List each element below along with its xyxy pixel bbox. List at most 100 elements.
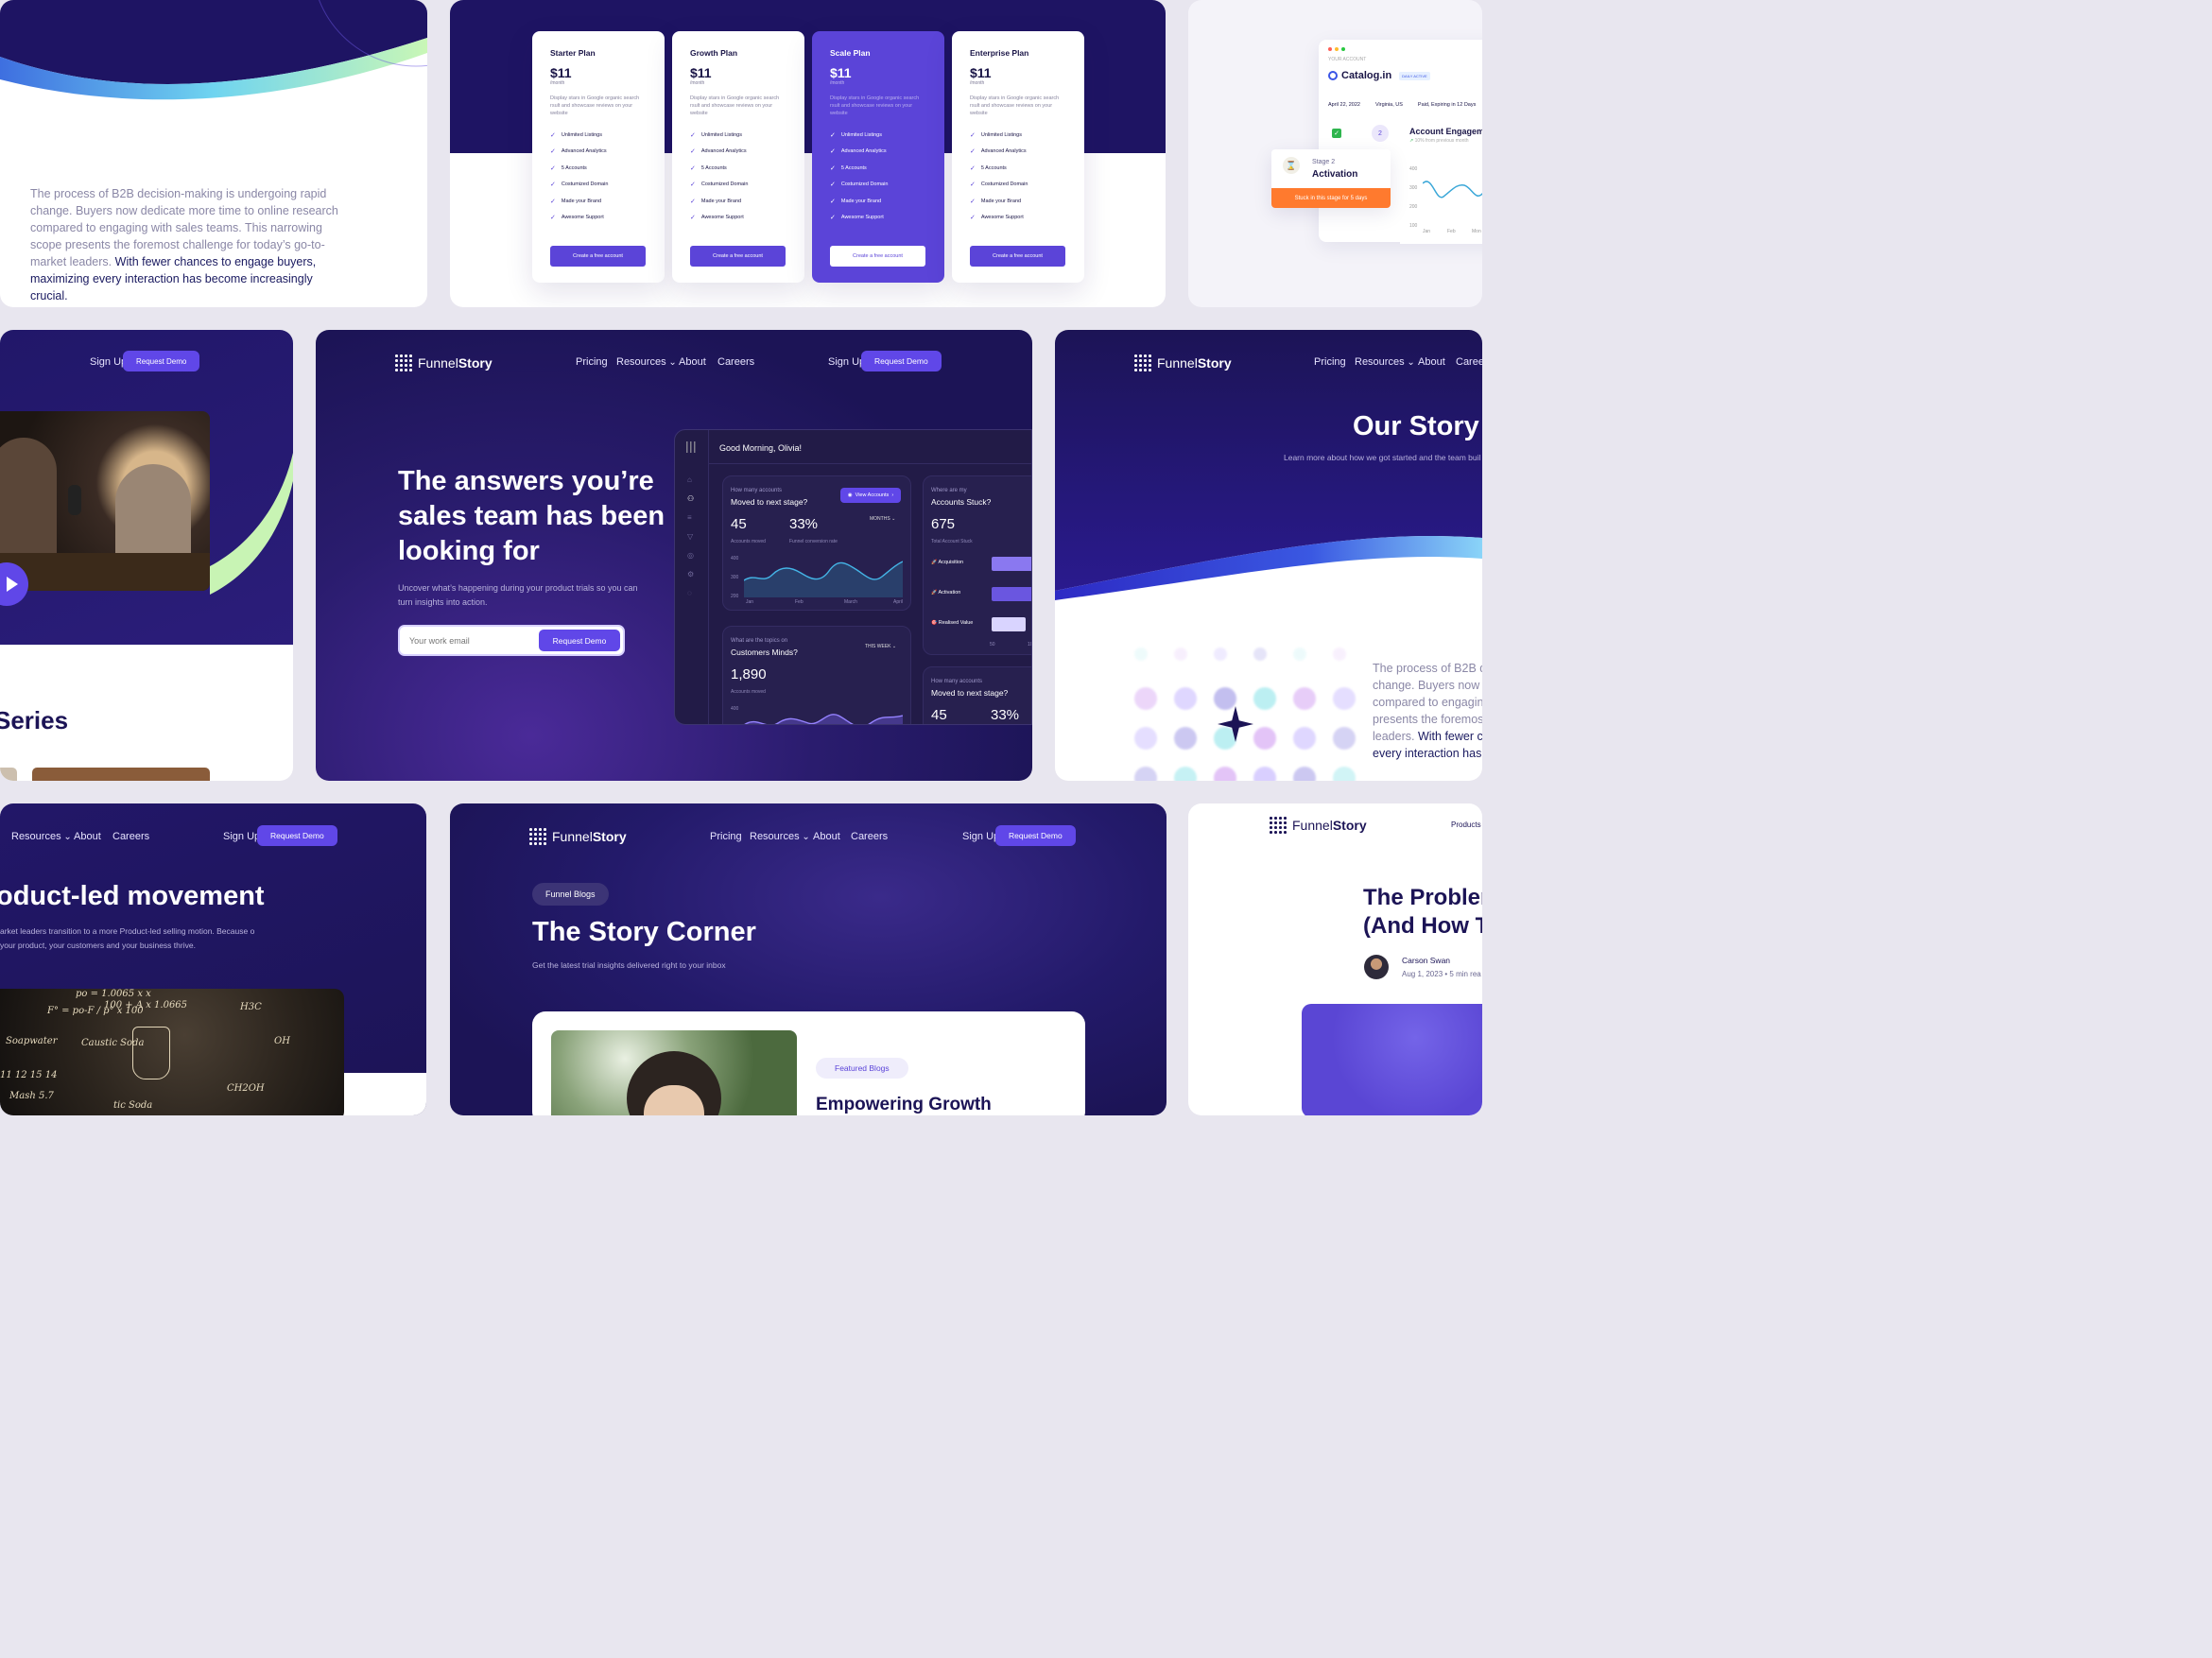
- nav-about[interactable]: About: [813, 831, 840, 842]
- nav-request-demo-button[interactable]: Request Demo: [257, 825, 337, 846]
- axis-tick-label: Feb: [1447, 229, 1456, 234]
- moved2-title: Moved to next stage?: [931, 688, 1009, 698]
- intro-paragraph: The process of B2B decision-making is un…: [30, 185, 350, 304]
- nav-resources[interactable]: Resources: [11, 831, 72, 842]
- work-email-input[interactable]: [409, 632, 532, 649]
- period-select-value: MONTHS: [870, 516, 890, 522]
- thumbnail-left: [0, 768, 17, 781]
- grid-dot: [1174, 727, 1197, 750]
- brand-prefix: Funnel: [418, 355, 458, 371]
- create-account-button[interactable]: Create a free account: [550, 246, 646, 267]
- plan-feature-label: Advanced Analytics: [700, 148, 747, 155]
- minds-period-select[interactable]: THIS WEEK ⌄: [865, 644, 896, 649]
- nav-resources[interactable]: Resources: [616, 356, 677, 368]
- plan-feature: ✓ Unlimited Listings: [830, 127, 926, 144]
- chalk-formula: CH2OH: [227, 1083, 265, 1094]
- nav-careers[interactable]: Careers: [717, 356, 754, 368]
- stage-label: Activation: [938, 590, 961, 596]
- chalk-formula: tic Soda: [113, 1100, 153, 1111]
- create-account-button[interactable]: Create a free account: [830, 246, 925, 267]
- help-icon[interactable]: ◌: [687, 589, 692, 597]
- hero-request-demo-button[interactable]: Request Demo: [539, 630, 620, 651]
- plan-feature: ✓ Advanced Analytics: [970, 144, 1066, 161]
- period-select[interactable]: MONTHS ⌄: [870, 516, 895, 522]
- plan-feature-label: Unlimited Listings: [840, 131, 882, 138]
- plan-feature: ✓ Costumized Domain: [690, 177, 786, 194]
- nav-signup-link[interactable]: Sign Up: [90, 356, 127, 368]
- chalk-formula: H3C: [240, 1002, 262, 1012]
- chalk-formula: Mash 5.7: [9, 1091, 54, 1101]
- hero-subtext: Uncover what’s happening during your pro…: [398, 583, 638, 607]
- axis-tick-label: April: [893, 599, 904, 605]
- check-icon: ✓: [830, 131, 836, 139]
- plan-features: ✓ Unlimited Listings ✓ Advanced Analytics ✓ 5…: [970, 127, 1066, 226]
- chevron-down-icon: ⌄: [891, 644, 897, 649]
- plan-feature-label: 5 Accounts: [561, 164, 587, 171]
- plan-feature-label: Advanced Analytics: [840, 148, 887, 155]
- nav-products[interactable]: Products: [1451, 820, 1481, 829]
- nav-about[interactable]: About: [679, 356, 706, 368]
- pricing-plan: Growth Plan $11/month Display stars in Goo…: [672, 31, 804, 283]
- brand-name: FunnelStory: [418, 355, 493, 371]
- grid-dot: [1293, 687, 1316, 710]
- plan-features: ✓ Unlimited Listings ✓ Advanced Analytics ✓ 5…: [690, 127, 786, 226]
- article-brand-logo[interactable]: FunnelStory: [1270, 817, 1367, 834]
- stage-bar: [992, 557, 1031, 571]
- plan-feature-label: Unlimited Listings: [561, 131, 602, 138]
- nav-pricing[interactable]: Pricing: [1314, 356, 1346, 368]
- list-icon[interactable]: ≡: [687, 513, 692, 522]
- plan-price: $11: [690, 65, 712, 80]
- nav-pricing[interactable]: Pricing: [710, 831, 742, 842]
- nav-resources[interactable]: Resources: [1355, 356, 1415, 368]
- window-dots: [1328, 47, 1345, 51]
- home-icon[interactable]: ⌂: [687, 475, 692, 484]
- brand-suffix: Story: [1197, 355, 1232, 371]
- article-hero-image: [1302, 1004, 1482, 1115]
- desk: [0, 553, 210, 591]
- nav-about[interactable]: About: [74, 831, 101, 842]
- plan-feature-label: Advanced Analytics: [980, 148, 1027, 155]
- stage-bar: [992, 617, 1026, 631]
- nav-request-demo-button[interactable]: Request Demo: [861, 351, 942, 371]
- stage-bar: [992, 587, 1031, 601]
- request-demo-button[interactable]: Request Demo: [123, 351, 200, 371]
- plan-name: Growth Plan: [690, 48, 738, 58]
- account-card: YOUR ACCOUNT Catalog.in DAILY ACTIVE Apr…: [1188, 0, 1482, 307]
- stuck-title: Accounts Stuck?: [931, 497, 992, 507]
- nav-careers[interactable]: Careers: [851, 831, 888, 842]
- users-icon[interactable]: ⚇: [687, 494, 694, 503]
- wave-banner: [0, 0, 427, 100]
- featured-post-card: Featured Blogs Empowering Growth: [532, 1011, 1085, 1115]
- minds-period-value: THIS WEEK: [865, 644, 891, 649]
- brand-logo[interactable]: FunnelStory: [395, 354, 493, 371]
- create-account-button[interactable]: Create a free account: [970, 246, 1065, 267]
- plan-feature: ✓ Made your Brand: [690, 193, 786, 210]
- check-icon: ✓: [970, 148, 976, 156]
- filter-icon[interactable]: ▽: [687, 532, 693, 541]
- story-brand-logo[interactable]: FunnelStory: [1134, 354, 1232, 371]
- nav-signup[interactable]: Sign Up: [223, 831, 260, 842]
- grid-dot: [1134, 648, 1148, 661]
- nav-request-demo-button[interactable]: Request Demo: [995, 825, 1076, 846]
- minds-label: Accounts moved: [731, 689, 766, 695]
- axis-tick-label: 200: [1409, 204, 1418, 210]
- nav-careers[interactable]: Careers: [1456, 356, 1482, 368]
- view-accounts-button[interactable]: ◉ View Accounts ›: [840, 488, 901, 503]
- settings-icon[interactable]: ⚙: [687, 570, 694, 579]
- nav-resources[interactable]: Resources: [750, 831, 810, 842]
- target-icon[interactable]: ◎: [687, 551, 694, 560]
- nav-signup[interactable]: Sign Up: [962, 831, 999, 842]
- nav-signup[interactable]: Sign Up: [828, 356, 865, 368]
- axis-tick-label: 200: [731, 594, 739, 599]
- minds-title: Customers Minds?: [731, 648, 798, 657]
- engagement-delta: ↗ 10% from previous month: [1409, 138, 1469, 144]
- check-icon: ✓: [550, 131, 556, 139]
- nav-careers[interactable]: Careers: [112, 831, 149, 842]
- email-form: Request Demo: [398, 625, 625, 656]
- blog-brand-logo[interactable]: FunnelStory: [529, 828, 627, 845]
- nav-about[interactable]: About: [1418, 356, 1445, 368]
- nav-pricing[interactable]: Pricing: [576, 356, 608, 368]
- dashboard-greeting: Good Morning, Olivia!: [719, 443, 803, 453]
- create-account-button[interactable]: Create a free account: [690, 246, 786, 267]
- brand-dots-icon: [1270, 817, 1287, 834]
